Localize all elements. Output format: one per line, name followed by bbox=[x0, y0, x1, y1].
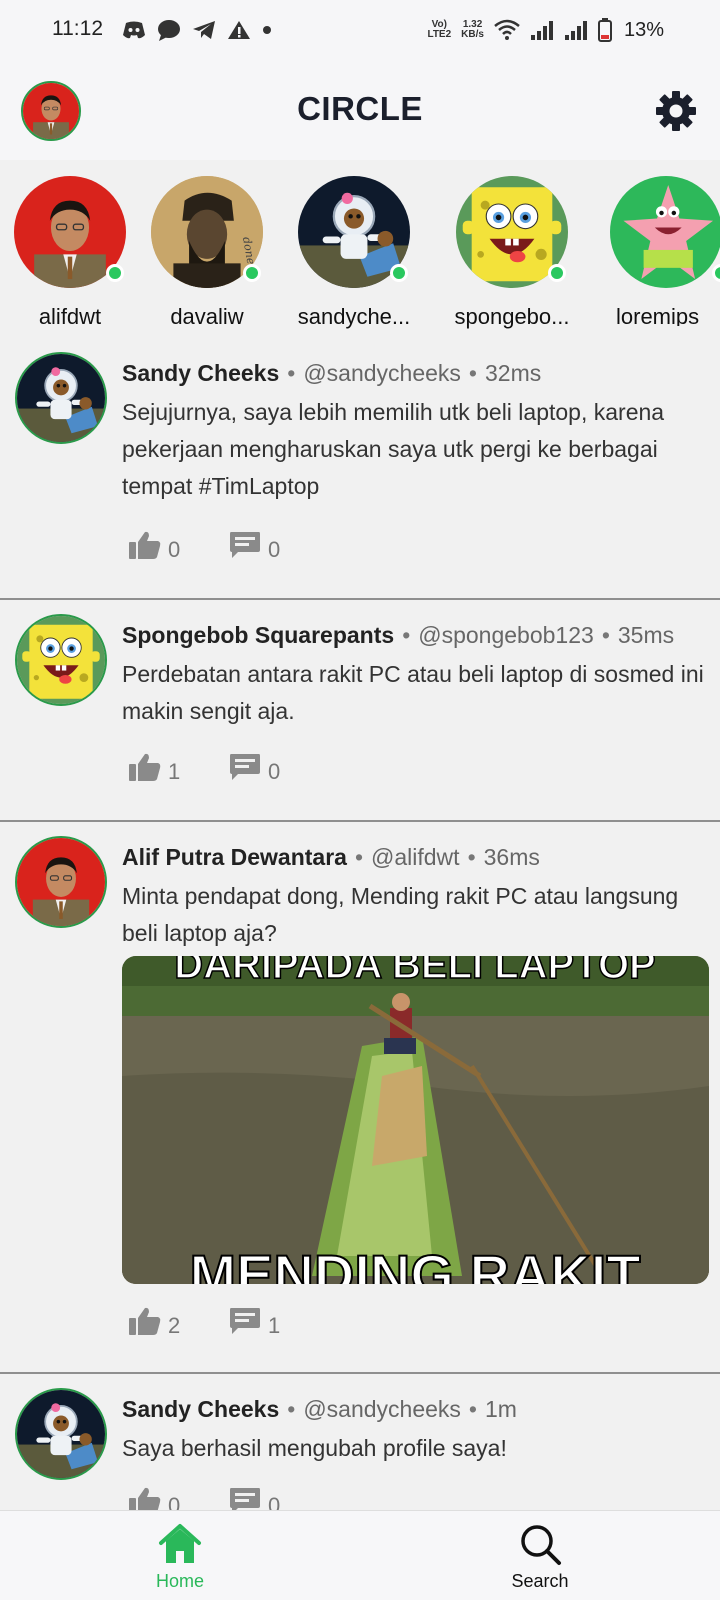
stories-row: alifdwt davaliw sandyche... spongebo... … bbox=[0, 160, 720, 330]
post-time: 1m bbox=[484, 1396, 517, 1422]
post-author-name[interactable]: Alif Putra Dewantara bbox=[122, 844, 347, 870]
comment-icon bbox=[228, 530, 262, 560]
story-avatar[interactable] bbox=[298, 176, 410, 288]
post-image[interactable]: DARIPADA BELI LAPTOP MENDING RAKIT bbox=[122, 956, 709, 1284]
post-time: 35ms bbox=[617, 622, 675, 648]
post-card[interactable]: Sandy Cheeks • @sandycheeks • 32ms Sejujurny… bbox=[0, 338, 720, 600]
nav-search[interactable]: Search bbox=[470, 1511, 610, 1592]
comment-count: 0 bbox=[268, 537, 281, 562]
story-avatar[interactable] bbox=[151, 176, 263, 288]
comment-button[interactable]: 0 bbox=[228, 530, 328, 562]
post-time: 36ms bbox=[483, 844, 540, 870]
like-count: 0 bbox=[168, 537, 181, 562]
thumbs-up-icon bbox=[128, 752, 162, 782]
comment-button[interactable]: 0 bbox=[228, 752, 328, 784]
online-indicator bbox=[106, 264, 124, 282]
post-actions: 2 1 bbox=[128, 1306, 328, 1338]
post-avatar[interactable] bbox=[15, 614, 107, 706]
post-header: Alif Putra Dewantara • @alifdwt • 36ms bbox=[122, 844, 540, 870]
image-top-caption: DARIPADA BELI LAPTOP bbox=[174, 956, 656, 987]
post-handle[interactable]: @sandycheeks bbox=[303, 360, 461, 386]
online-indicator bbox=[243, 264, 261, 282]
post-handle[interactable]: @sandycheeks bbox=[303, 1396, 461, 1422]
story-name: loremips bbox=[616, 304, 700, 326]
story-item[interactable]: sandyche... bbox=[298, 176, 410, 329]
comment-button[interactable]: 1 bbox=[228, 1306, 328, 1338]
online-indicator bbox=[712, 264, 720, 282]
story-avatar[interactable] bbox=[14, 176, 126, 288]
post-author-name[interactable]: Spongebob Squarepants bbox=[122, 622, 394, 648]
post-author-name[interactable]: Sandy Cheeks bbox=[122, 360, 279, 386]
discord-icon bbox=[123, 21, 145, 39]
bottom-navigation: Home Search bbox=[0, 1510, 720, 1600]
system-icons: Vo) LTE2 1.32 KB/s 13% bbox=[427, 15, 664, 45]
home-icon bbox=[159, 1524, 201, 1563]
like-button[interactable]: 2 bbox=[128, 1306, 228, 1338]
post-time: 32ms bbox=[484, 360, 542, 386]
post-avatar[interactable] bbox=[15, 836, 107, 928]
wifi-icon bbox=[494, 19, 520, 40]
online-indicator bbox=[390, 264, 408, 282]
story-item[interactable]: spongebo... bbox=[455, 176, 569, 329]
volte-label: Vo) LTE2 bbox=[427, 19, 452, 40]
signal-2-icon bbox=[564, 21, 587, 40]
nav-home-label: Home bbox=[155, 1571, 204, 1591]
status-bar: 11:12 Vo) LTE2 1.32 KB/s 13% bbox=[0, 0, 720, 60]
story-name: sandyche... bbox=[297, 304, 411, 329]
post-author-name[interactable]: Sandy Cheeks bbox=[122, 1396, 279, 1422]
like-button[interactable]: 1 bbox=[128, 752, 228, 784]
post-handle[interactable]: @alifdwt bbox=[371, 844, 460, 870]
chat-bubble-icon bbox=[158, 20, 180, 41]
nav-home[interactable]: Home bbox=[110, 1511, 250, 1592]
like-button[interactable]: 0 bbox=[128, 530, 228, 562]
post-text: Perdebatan antara rakit PC atau beli lap… bbox=[122, 661, 704, 724]
comment-icon bbox=[228, 752, 262, 782]
post-card[interactable]: Spongebob Squarepants • @spongebob123 • 35ms… bbox=[0, 600, 720, 822]
post-avatar[interactable] bbox=[15, 352, 107, 444]
online-indicator bbox=[548, 264, 566, 282]
search-icon bbox=[521, 1525, 561, 1565]
thumbs-up-icon bbox=[128, 1306, 162, 1336]
warning-icon bbox=[228, 21, 250, 39]
post-text: Saya berhasil mengubah profile saya! bbox=[122, 1435, 507, 1461]
post-actions: 1 0 bbox=[128, 752, 328, 784]
post-actions: 0 0 bbox=[128, 530, 328, 562]
story-name: spongebo... bbox=[454, 304, 570, 329]
story-item[interactable]: davaliw bbox=[151, 176, 263, 329]
post-header: Sandy Cheeks • @sandycheeks • 32ms bbox=[122, 360, 542, 386]
battery-percent: 13% bbox=[623, 18, 664, 41]
image-bottom-caption: MENDING RAKIT bbox=[189, 1243, 640, 1284]
settings-gear-icon[interactable] bbox=[654, 89, 698, 133]
comment-count: 0 bbox=[268, 759, 281, 784]
battery-icon bbox=[597, 18, 612, 42]
app-header: CIRCLE bbox=[0, 60, 720, 160]
status-time: 11:12 bbox=[52, 17, 103, 40]
like-count: 1 bbox=[168, 759, 181, 784]
nav-search-label: Search bbox=[511, 1571, 569, 1591]
post-header: Sandy Cheeks • @sandycheeks • 1m bbox=[122, 1396, 517, 1422]
notification-icons bbox=[122, 17, 272, 43]
network-speed: 1.32 KB/s bbox=[461, 19, 484, 40]
post-handle[interactable]: @spongebob123 bbox=[418, 622, 594, 648]
more-dot-icon bbox=[263, 26, 271, 34]
like-count: 2 bbox=[168, 1313, 181, 1338]
app-title: CIRCLE bbox=[297, 90, 423, 127]
post-avatar[interactable] bbox=[15, 1388, 107, 1480]
signal-1-icon bbox=[530, 21, 553, 40]
comment-icon bbox=[228, 1306, 262, 1336]
post-text: Minta pendapat dong, Mending rakit PC at… bbox=[122, 883, 679, 946]
story-avatar[interactable] bbox=[456, 176, 568, 288]
story-name: davaliw bbox=[170, 304, 244, 329]
story-avatar[interactable] bbox=[610, 176, 720, 288]
story-item[interactable]: alifdwt bbox=[14, 176, 126, 329]
comment-count: 1 bbox=[268, 1313, 281, 1338]
post-text: Sejujurnya, saya lebih memilih utk beli … bbox=[122, 399, 665, 499]
post-header: Spongebob Squarepants • @spongebob123 • 35ms bbox=[122, 622, 675, 648]
story-item[interactable]: loremips bbox=[610, 176, 720, 326]
story-name: alifdwt bbox=[38, 304, 102, 329]
thumbs-up-icon bbox=[128, 530, 162, 560]
telegram-icon bbox=[193, 21, 215, 39]
